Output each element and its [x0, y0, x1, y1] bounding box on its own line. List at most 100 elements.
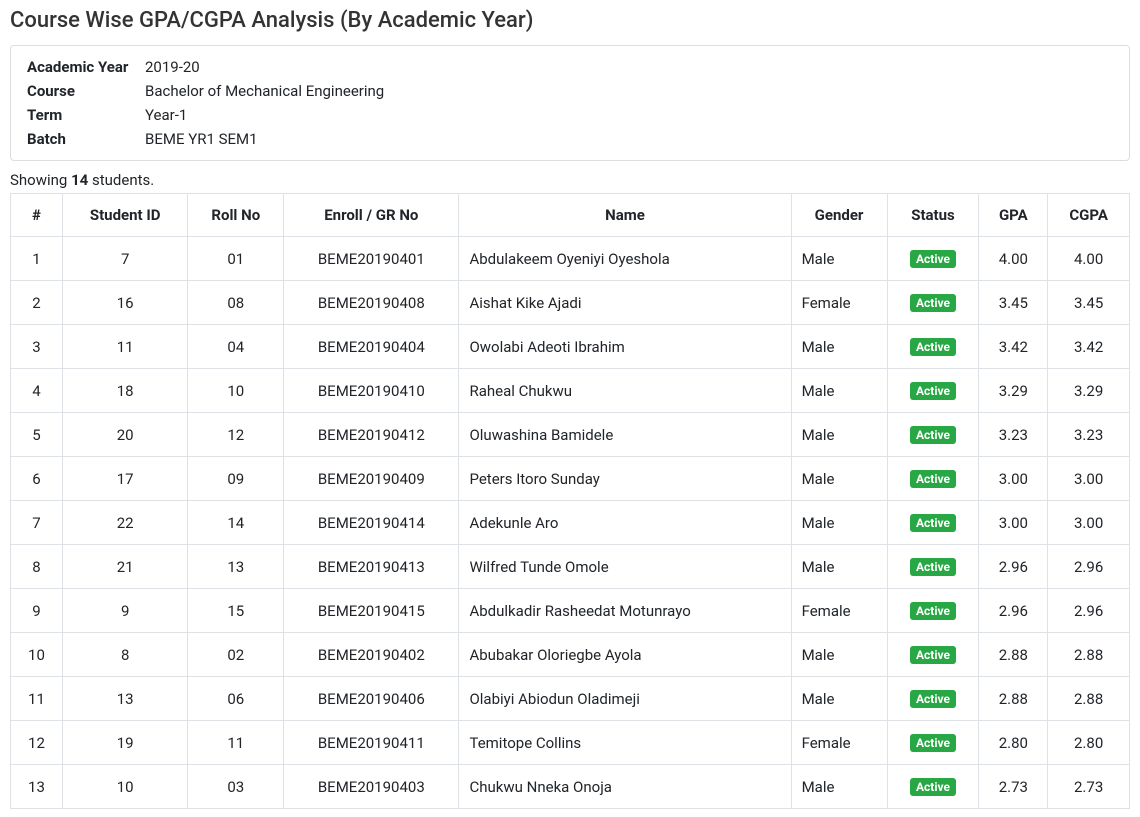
table-row: 1701BEME20190401Abdulakeem Oyeniyi Oyesh…	[11, 237, 1130, 281]
cell-gpa: 3.00	[979, 457, 1048, 501]
cell-enroll: BEME20190404	[284, 325, 459, 369]
status-badge: Active	[910, 646, 956, 664]
cell-enroll: BEME20190413	[284, 545, 459, 589]
table-row: 131003BEME20190403Chukwu Nneka OnojaMale…	[11, 765, 1130, 809]
status-badge: Active	[910, 778, 956, 796]
col-name: Name	[459, 194, 791, 237]
cell-index: 5	[11, 413, 63, 457]
term-value: Year-1	[145, 106, 187, 124]
cell-gender: Female	[791, 721, 887, 765]
table-row: 9915BEME20190415Abdulkadir Rasheedat Mot…	[11, 589, 1130, 633]
page-title: Course Wise GPA/CGPA Analysis (By Academ…	[8, 8, 1132, 33]
cell-gender: Male	[791, 765, 887, 809]
cell-index: 3	[11, 325, 63, 369]
cell-roll-no: 15	[188, 589, 284, 633]
course-value: Bachelor of Mechanical Engineering	[145, 82, 384, 100]
cell-roll-no: 01	[188, 237, 284, 281]
col-gpa: GPA	[979, 194, 1048, 237]
result-count: Showing 14 students.	[8, 171, 1132, 189]
status-badge: Active	[910, 294, 956, 312]
cell-student-id: 22	[62, 501, 188, 545]
cell-student-id: 20	[62, 413, 188, 457]
cell-student-id: 19	[62, 721, 188, 765]
cell-status: Active	[887, 413, 979, 457]
cell-status: Active	[887, 281, 979, 325]
cell-name: Chukwu Nneka Onoja	[459, 765, 791, 809]
cell-enroll: BEME20190411	[284, 721, 459, 765]
cell-roll-no: 12	[188, 413, 284, 457]
cell-name: Abdulakeem Oyeniyi Oyeshola	[459, 237, 791, 281]
status-badge: Active	[910, 514, 956, 532]
col-index: #	[11, 194, 63, 237]
cell-gpa: 2.80	[979, 721, 1048, 765]
cell-student-id: 7	[62, 237, 188, 281]
cell-enroll: BEME20190412	[284, 413, 459, 457]
cell-name: Olabiyi Abiodun Oladimeji	[459, 677, 791, 721]
cell-name: Raheal Chukwu	[459, 369, 791, 413]
cell-gpa: 3.42	[979, 325, 1048, 369]
info-row-term: Term Year-1	[27, 106, 1113, 124]
cell-index: 11	[11, 677, 63, 721]
cell-enroll: BEME20190406	[284, 677, 459, 721]
table-row: 82113BEME20190413Wilfred Tunde OmoleMale…	[11, 545, 1130, 589]
status-badge: Active	[910, 602, 956, 620]
col-roll-no: Roll No	[188, 194, 284, 237]
cell-cgpa: 3.45	[1048, 281, 1130, 325]
table-row: 31104BEME20190404Owolabi Adeoti IbrahimM…	[11, 325, 1130, 369]
cell-roll-no: 06	[188, 677, 284, 721]
cell-student-id: 11	[62, 325, 188, 369]
cell-index: 2	[11, 281, 63, 325]
cell-gpa: 3.23	[979, 413, 1048, 457]
cell-cgpa: 2.88	[1048, 677, 1130, 721]
filter-summary-panel: Academic Year 2019-20 Course Bachelor of…	[10, 45, 1130, 161]
cell-gender: Female	[791, 589, 887, 633]
status-badge: Active	[910, 250, 956, 268]
cell-enroll: BEME20190401	[284, 237, 459, 281]
status-badge: Active	[910, 690, 956, 708]
batch-label: Batch	[27, 130, 145, 148]
cell-cgpa: 3.23	[1048, 413, 1130, 457]
col-student-id: Student ID	[62, 194, 188, 237]
cell-index: 6	[11, 457, 63, 501]
cell-roll-no: 04	[188, 325, 284, 369]
cell-name: Aishat Kike Ajadi	[459, 281, 791, 325]
cell-enroll: BEME20190409	[284, 457, 459, 501]
cell-gender: Female	[791, 281, 887, 325]
cell-status: Active	[887, 721, 979, 765]
cell-gender: Male	[791, 369, 887, 413]
students-table: # Student ID Roll No Enroll / GR No Name…	[10, 193, 1130, 809]
cell-cgpa: 3.42	[1048, 325, 1130, 369]
cell-gpa: 4.00	[979, 237, 1048, 281]
cell-cgpa: 2.96	[1048, 545, 1130, 589]
cell-status: Active	[887, 325, 979, 369]
cell-status: Active	[887, 457, 979, 501]
cell-index: 9	[11, 589, 63, 633]
cell-name: Adekunle Aro	[459, 501, 791, 545]
table-header-row: # Student ID Roll No Enroll / GR No Name…	[11, 194, 1130, 237]
cell-name: Abdulkadir Rasheedat Motunrayo	[459, 589, 791, 633]
cell-index: 1	[11, 237, 63, 281]
cell-cgpa: 4.00	[1048, 237, 1130, 281]
cell-gpa: 2.88	[979, 633, 1048, 677]
cell-gpa: 2.88	[979, 677, 1048, 721]
count-suffix: students.	[88, 171, 154, 189]
cell-gpa: 3.45	[979, 281, 1048, 325]
table-row: 121911BEME20190411Temitope CollinsFemale…	[11, 721, 1130, 765]
cell-student-id: 10	[62, 765, 188, 809]
cell-enroll: BEME20190402	[284, 633, 459, 677]
col-gender: Gender	[791, 194, 887, 237]
info-row-academic-year: Academic Year 2019-20	[27, 58, 1113, 76]
course-label: Course	[27, 82, 145, 100]
cell-enroll: BEME20190403	[284, 765, 459, 809]
info-row-batch: Batch BEME YR1 SEM1	[27, 130, 1113, 148]
cell-roll-no: 10	[188, 369, 284, 413]
cell-status: Active	[887, 545, 979, 589]
academic-year-label: Academic Year	[27, 58, 145, 76]
table-row: 52012BEME20190412Oluwashina BamideleMale…	[11, 413, 1130, 457]
cell-enroll: BEME20190410	[284, 369, 459, 413]
cell-gpa: 3.00	[979, 501, 1048, 545]
batch-value: BEME YR1 SEM1	[145, 130, 258, 148]
cell-index: 4	[11, 369, 63, 413]
table-row: 21608BEME20190408Aishat Kike AjadiFemale…	[11, 281, 1130, 325]
cell-roll-no: 09	[188, 457, 284, 501]
